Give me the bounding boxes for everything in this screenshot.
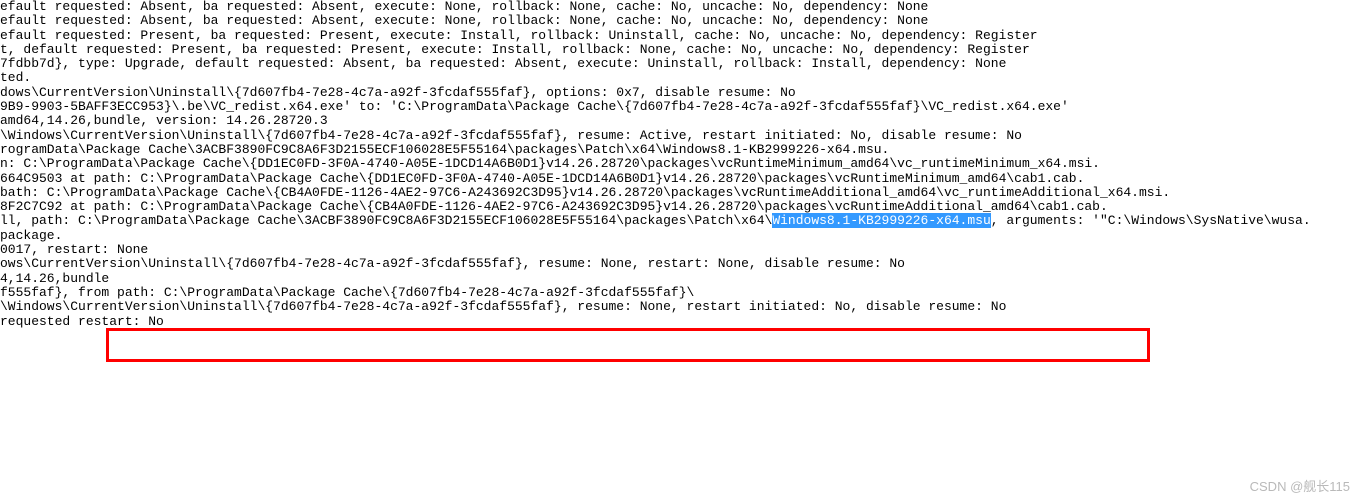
log-line: efault requested: Absent, ba requested: … [0, 14, 1360, 28]
log-line: 0017, restart: None [0, 243, 1360, 257]
log-output: efault requested: Absent, ba requested: … [0, 0, 1360, 329]
watermark-text: CSDN @舰长115 [1250, 480, 1350, 494]
log-line: 4,14.26,bundle [0, 272, 1360, 286]
log-line: ows\CurrentVersion\Uninstall\{7d607fb4-7… [0, 257, 1360, 271]
log-line: f555faf}, from path: C:\ProgramData\Pack… [0, 286, 1360, 300]
log-line: package. [0, 229, 1360, 243]
log-line: \Windows\CurrentVersion\Uninstall\{7d607… [0, 129, 1360, 143]
log-line: 9B9-9903-5BAFF3ECC953}\.be\VC_redist.x64… [0, 100, 1360, 114]
log-line: dows\CurrentVersion\Uninstall\{7d607fb4-… [0, 86, 1360, 100]
log-line: rogramData\Package Cache\3ACBF3890FC9C8A… [0, 143, 1360, 157]
log-line-highlighted[interactable]: ll, path: C:\ProgramData\Package Cache\3… [0, 214, 1360, 228]
log-line: n: C:\ProgramData\Package Cache\{DD1EC0F… [0, 157, 1360, 171]
log-line: \Windows\CurrentVersion\Uninstall\{7d607… [0, 300, 1360, 314]
annotation-box [106, 328, 1150, 362]
selected-text[interactable]: Windows8.1-KB2999226-x64.msu [772, 213, 990, 228]
log-text-suffix: , arguments: '"C:\Windows\SysNative\wusa… [991, 213, 1311, 228]
log-line: 8F2C7C92 at path: C:\ProgramData\Package… [0, 200, 1360, 214]
log-line: 664C9503 at path: C:\ProgramData\Package… [0, 172, 1360, 186]
log-line: bath: C:\ProgramData\Package Cache\{CB4A… [0, 186, 1360, 200]
log-text-prefix: ll, path: C:\ProgramData\Package Cache\3… [0, 213, 772, 228]
log-line: ted. [0, 71, 1360, 85]
log-line: requested restart: No [0, 315, 1360, 329]
log-line: amd64,14.26,bundle, version: 14.26.28720… [0, 114, 1360, 128]
log-line: t, default requested: Present, ba reques… [0, 43, 1360, 57]
log-line: efault requested: Absent, ba requested: … [0, 0, 1360, 14]
log-line: 7fdbb7d}, type: Upgrade, default request… [0, 57, 1360, 71]
log-line: efault requested: Present, ba requested:… [0, 29, 1360, 43]
